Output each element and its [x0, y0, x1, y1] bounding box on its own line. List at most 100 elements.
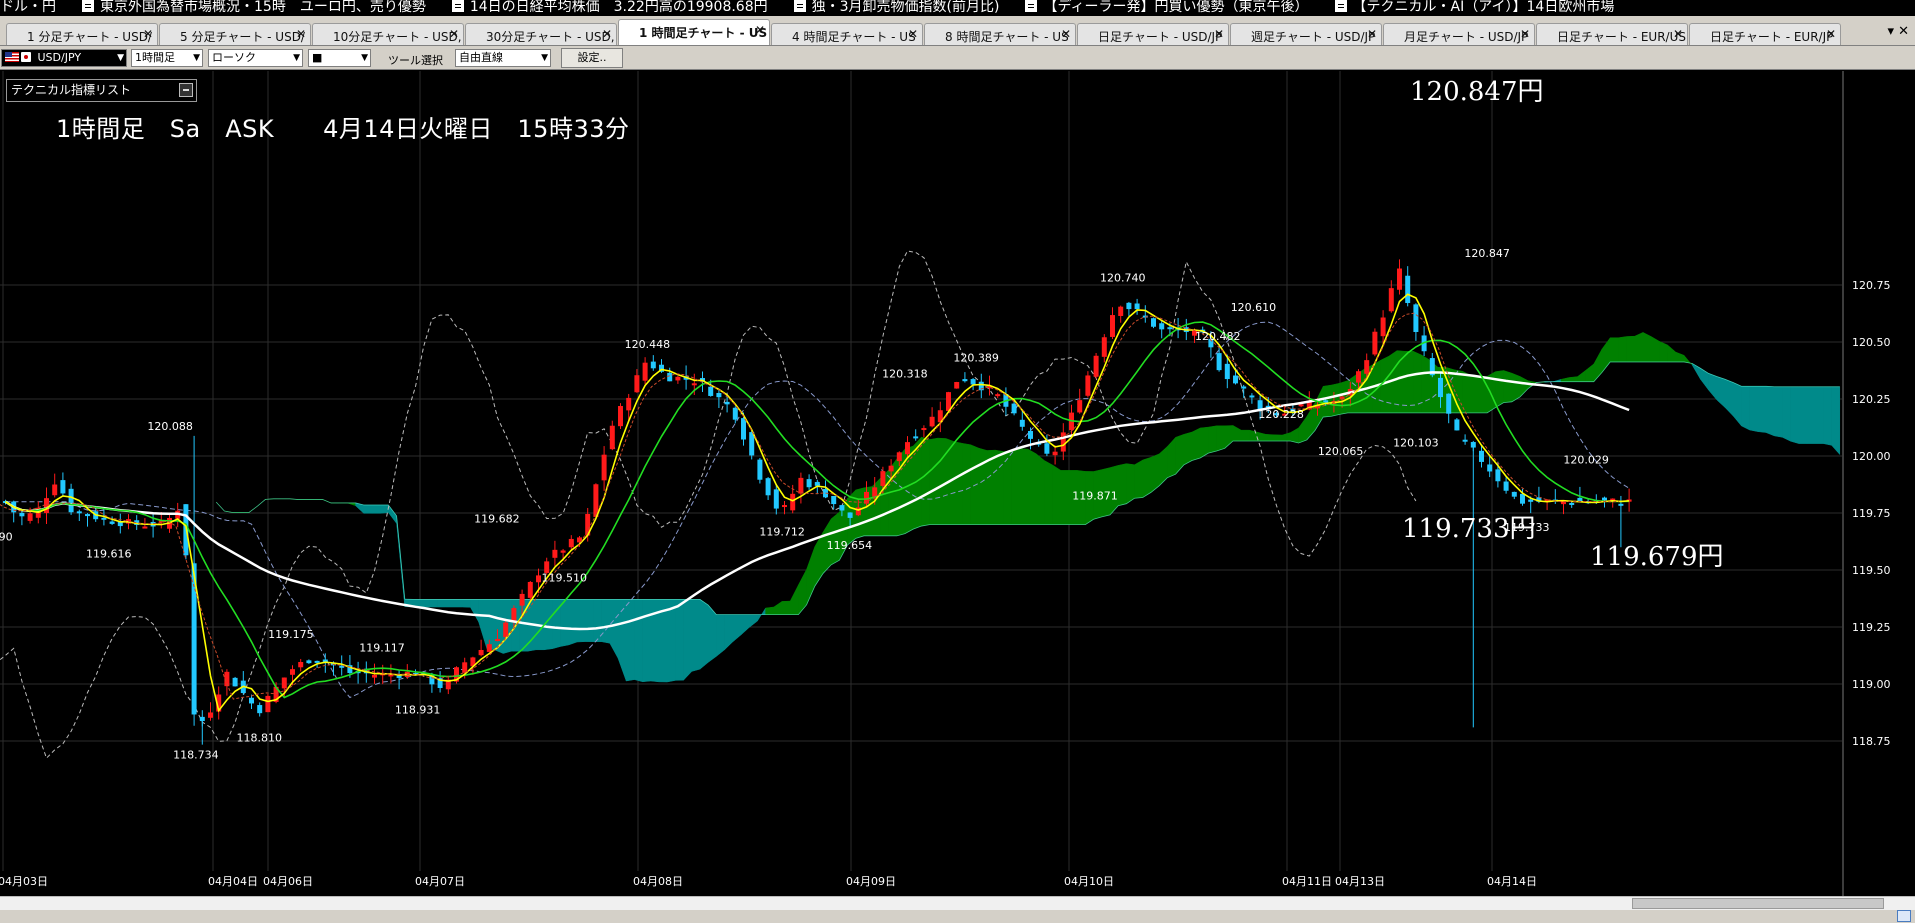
candle-body [1405, 275, 1411, 304]
candle-body [1249, 395, 1255, 398]
ticker-item[interactable]: 【テクニカル・AI（アイ）】14日欧州市場 [1334, 0, 1614, 14]
candle-body [85, 514, 90, 517]
cloud-segment [970, 444, 980, 525]
price-chart[interactable]: 119.803119.690119.690119.616120.088118.7… [0, 71, 1915, 896]
ticker-item[interactable]: 独・3月卸売物価指数(前月比) [793, 0, 999, 14]
cloud-segment [1281, 432, 1291, 442]
cloud-segment [1700, 367, 1709, 391]
cloud-segment [1773, 386, 1783, 438]
ticker-item[interactable]: 【ディーラー発】円買い優勢（東京午後） [1025, 0, 1309, 14]
cloud-segment [1741, 386, 1750, 431]
ticker-item[interactable]: ドル・円 [0, 0, 56, 14]
high-price-annotation: 120.847円 [1410, 77, 1544, 107]
candle-body [1060, 432, 1066, 452]
close-icon[interactable]: ✕ [1061, 27, 1071, 41]
cloud-segment [453, 599, 463, 608]
chart-tab[interactable]: 4 時間足チャート - US ✕ [771, 23, 923, 45]
candle-body [954, 382, 960, 389]
price-label: 118.810 [236, 731, 282, 744]
cloud-segment [1175, 433, 1185, 475]
close-icon[interactable]: ✕ [296, 27, 306, 41]
horizontal-scrollbar[interactable] [0, 896, 1915, 910]
symbol-select[interactable]: USD/JPY ▼ [1, 49, 127, 67]
chart-type-select[interactable]: ローソク ▼ [208, 49, 303, 67]
candle-body [831, 495, 837, 505]
candle-body [478, 649, 484, 656]
close-icon[interactable]: ✕ [1367, 27, 1377, 41]
news-doc-icon [1025, 0, 1038, 12]
cloud-segment [1667, 344, 1677, 363]
scrollbar-thumb[interactable] [1632, 898, 1884, 909]
chart-status-line: 1時間足 Sa ASK 4月14日火曜日 15時33分 [56, 115, 630, 143]
candle-body [847, 512, 853, 518]
chart-tab[interactable]: 日足チャート - EUR/JP ✕ [1689, 23, 1841, 45]
candle-body [536, 575, 541, 583]
price-label: 120.065 [1318, 445, 1364, 458]
cloud-segment [871, 477, 881, 537]
window-icon[interactable] [1897, 910, 1911, 922]
ticker-item[interactable]: 東京外国為替市場概況・15時 ユーロ円、売り優勢 [82, 0, 426, 14]
chart-tab[interactable]: 5 分足チャート - USD/✕ [159, 23, 311, 45]
close-icon[interactable]: ✕ [143, 27, 153, 41]
close-icon[interactable]: ✕ [1520, 27, 1530, 41]
timeframe-select[interactable]: 1時間足 ▼ [131, 49, 203, 67]
chevron-down-icon: ▼ [541, 53, 548, 63]
close-icon[interactable]: ✕ [1214, 27, 1224, 41]
chart-tab[interactable]: 1 時間足チャート - US ✕ [618, 19, 770, 45]
cloud-segment [1044, 460, 1053, 525]
cloud-segment [1560, 377, 1570, 382]
candle-body [372, 674, 377, 678]
price-label: 119.803 [0, 485, 1, 498]
candle-body [503, 622, 509, 638]
cloud-segment [1716, 376, 1726, 409]
close-icon[interactable]: ✕ [908, 27, 918, 41]
price-label: 119.871 [1072, 489, 1118, 502]
cloud-segment [379, 504, 389, 514]
candle-body [888, 465, 894, 472]
cloud-segment [1765, 385, 1775, 437]
cloud-segment [1568, 376, 1578, 382]
chart-tab[interactable]: 週足チャート - USD/JP ✕ [1230, 23, 1382, 45]
tab-label: 10分足チャート - USD, [333, 30, 462, 44]
x-tick-label: 04月04日 [208, 875, 258, 888]
price-label: 119.682 [474, 513, 520, 526]
chart-tab[interactable]: 1 分足チャート - USD/✕ [6, 23, 158, 45]
candle-body [1520, 493, 1525, 504]
cloud-segment [625, 599, 635, 682]
close-icon[interactable]: ✕ [602, 27, 612, 41]
candle-body [1085, 375, 1091, 396]
chart-tab[interactable]: 10分足チャート - USD, ✕ [312, 23, 464, 45]
style-select[interactable]: ■ ▼ [308, 49, 371, 67]
candle-body [1438, 377, 1443, 398]
close-icon[interactable]: ✕ [755, 23, 765, 37]
candle-body [716, 392, 722, 398]
indicator-list-panel[interactable]: テクニカル指標リスト [6, 79, 197, 102]
chart-tab[interactable]: 月足チャート - USD/JP ✕ [1383, 23, 1535, 45]
chart-tab[interactable]: 日足チャート - USD/JP ✕ [1077, 23, 1229, 45]
cloud-segment [1191, 427, 1201, 461]
close-icon[interactable]: ✕ [1826, 27, 1836, 41]
cloud-segment [1749, 386, 1759, 432]
y-tick-label: 120.75 [1852, 279, 1891, 292]
settings-button[interactable]: 設定.. [561, 48, 623, 68]
chart-tab[interactable]: 30分足チャート - USD, ✕ [465, 23, 617, 45]
candle-body [1224, 363, 1230, 380]
cloud-segment [1757, 386, 1767, 433]
ticker-item[interactable]: 14日の日経平均株価 3.22円高の19908.68円 [451, 0, 768, 14]
candle-body [1487, 464, 1493, 472]
cloud-segment [1240, 429, 1250, 442]
candle-body [109, 521, 115, 524]
cloud-segment [601, 599, 611, 644]
minimize-icon[interactable] [179, 83, 193, 97]
chart-tab[interactable]: 8 時間足チャート - US ✕ [924, 23, 1076, 45]
jp-flag-icon [21, 52, 31, 62]
chart-tab[interactable]: 日足チャート - EUR/US ✕ [1536, 23, 1688, 45]
drawing-tool-select[interactable]: 自由直線 ▼ [455, 49, 551, 67]
close-icon[interactable]: ✕ [1673, 27, 1683, 41]
cloud-segment [789, 584, 799, 615]
close-icon[interactable]: ✕ [449, 27, 459, 41]
cloud-segment [1208, 425, 1217, 454]
moving-averages [0, 293, 1630, 713]
cloud-segment [1814, 386, 1824, 444]
tab-controls[interactable]: ▾ ✕ [1887, 24, 1909, 39]
